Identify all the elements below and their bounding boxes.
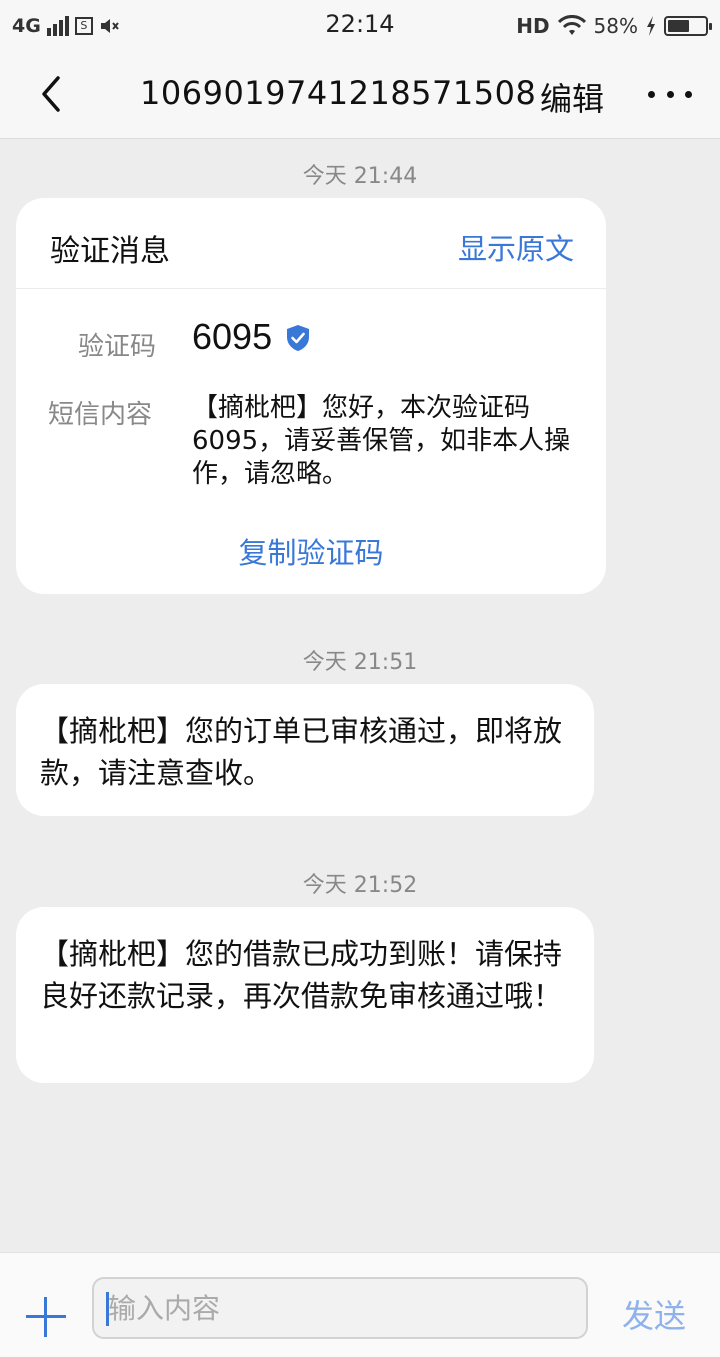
wifi-icon xyxy=(557,15,586,35)
code-label: 验证码 xyxy=(78,332,157,362)
sender-number: 1069019741218571508 xyxy=(140,74,537,112)
message-text: 【摘枇杷】您的订单已审核通过，即将放款，请注意查收。 xyxy=(40,714,563,790)
status-bar: 4G S 22:14 HD 58% xyxy=(0,0,720,52)
send-button[interactable]: 发送 xyxy=(622,1291,686,1337)
verification-code: 6095 xyxy=(192,316,273,357)
hd-indicator: HD xyxy=(516,14,550,38)
sms-content: 【摘枇杷】您好，本次验证码6095，请妥善保管，如非本人操作，请忽略。 xyxy=(192,393,571,489)
back-button[interactable] xyxy=(28,70,76,118)
text-cursor xyxy=(106,1292,109,1326)
card-divider xyxy=(16,288,606,289)
content-label: 短信内容 xyxy=(48,400,153,430)
chevron-left-icon xyxy=(42,76,60,112)
composer-bar: 发送 xyxy=(0,1252,720,1357)
verified-shield-icon xyxy=(287,325,309,351)
message-timestamp: 今天 21:51 xyxy=(302,650,418,675)
message-bubble[interactable]: 【摘枇杷】您的订单已审核通过，即将放款，请注意查收。 xyxy=(16,684,594,816)
charging-icon xyxy=(647,16,655,36)
status-right: HD 58% xyxy=(516,12,712,40)
battery-icon xyxy=(664,16,712,36)
message-bubble[interactable]: 【摘枇杷】您的借款已成功到账！请保持良好还款记录，再次借款免审核通过哦！ xyxy=(16,907,594,1083)
message-text: 【摘枇杷】您的借款已成功到账！请保持良好还款记录，再次借款免审核通过哦！ xyxy=(40,937,563,1013)
message-input[interactable] xyxy=(92,1277,588,1339)
battery-percent: 58% xyxy=(593,14,638,38)
message-timestamp: 今天 21:52 xyxy=(302,873,418,898)
edit-button[interactable]: 编辑 xyxy=(540,74,604,120)
conversation-header: 1069019741218571508 编辑 xyxy=(0,52,720,139)
verification-card: 验证消息 显示原文 验证码 6095 短信内容 【摘枇杷】您好，本次验证码609… xyxy=(16,198,606,594)
message-timestamp: 今天 21:44 xyxy=(302,164,418,189)
more-horizontal-icon[interactable] xyxy=(648,78,692,110)
copy-code-button[interactable]: 复制验证码 xyxy=(16,530,606,572)
plus-icon[interactable] xyxy=(26,1297,66,1337)
card-title: 验证消息 xyxy=(50,234,170,269)
show-original-button[interactable]: 显示原文 xyxy=(458,226,574,268)
